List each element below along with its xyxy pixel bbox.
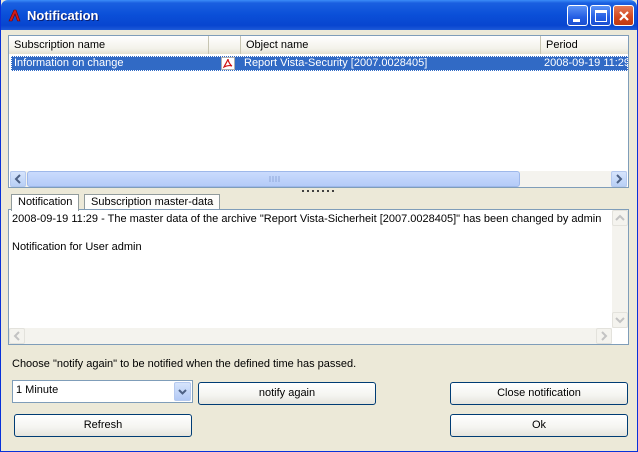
column-header-icon[interactable] [209,36,241,54]
message-line-blank [12,226,610,240]
splitter-grip-icon[interactable] [301,189,335,192]
cell-object-name: Report Vista-Security [2007.0028405] [244,57,428,69]
column-header-period[interactable]: Period [541,36,628,54]
notify-again-hint: Choose "notify again" to be notified whe… [12,358,357,370]
chevron-right-icon [601,331,608,341]
ok-button[interactable]: Ok [450,414,628,437]
scroll-down-button[interactable] [612,312,628,328]
scroll-up-button[interactable] [612,210,628,226]
tab-notification[interactable]: Notification [11,194,80,211]
list-horizontal-scrollbar[interactable] [10,171,627,187]
scroll-right-button[interactable] [596,328,612,344]
chevron-up-icon [615,214,625,221]
cell-period: 2008-09-19 11:29 [544,57,628,69]
scroll-left-button[interactable] [10,171,26,187]
app-logo-icon [8,9,21,22]
table-row[interactable]: Information on change Report Vista-Secur… [11,56,628,71]
notification-message-box[interactable]: 2008-09-19 11:29 - The master data of th… [8,209,629,345]
chevron-left-icon [14,174,21,184]
column-header-subscription-name[interactable]: Subscription name [9,36,209,54]
notify-again-button[interactable]: notify again [198,382,376,405]
scroll-left-button[interactable] [9,328,25,344]
title-bar[interactable]: Notification [1,0,637,30]
chevron-down-icon [615,317,625,324]
message-line: Notification for User admin [12,241,142,253]
pdf-icon [221,57,235,70]
maximize-button[interactable] [590,5,611,26]
subscription-list[interactable]: Subscription name Object name Period Inf… [8,35,629,188]
close-notification-button[interactable]: Close notification [450,382,628,405]
minimize-icon [573,19,580,22]
cell-subscription-name: Information on change [14,57,124,69]
minimize-button[interactable] [567,5,588,26]
close-icon [619,11,629,21]
message-line: 2008-09-19 11:29 - The master data of th… [12,213,602,225]
notification-window: Notification Subscription name Object na… [0,0,638,452]
grip-icon [269,176,280,182]
scroll-right-button[interactable] [611,171,627,187]
dropdown-button[interactable] [174,382,191,401]
refresh-button[interactable]: Refresh [14,414,192,437]
chevron-down-icon [178,389,187,395]
maximize-icon [595,10,607,22]
scroll-thumb[interactable] [27,171,520,187]
chevron-left-icon [13,331,20,341]
notify-interval-select[interactable]: 1 Minute [12,380,193,403]
close-window-button[interactable] [613,5,634,26]
selected-interval: 1 Minute [16,384,59,396]
window-title: Notification [27,8,99,23]
list-header: Subscription name Object name Period [9,36,628,54]
column-header-object-name[interactable]: Object name [241,36,541,54]
message-horizontal-scrollbar[interactable] [9,328,612,344]
message-vertical-scrollbar[interactable] [612,210,628,328]
chevron-right-icon [616,174,623,184]
